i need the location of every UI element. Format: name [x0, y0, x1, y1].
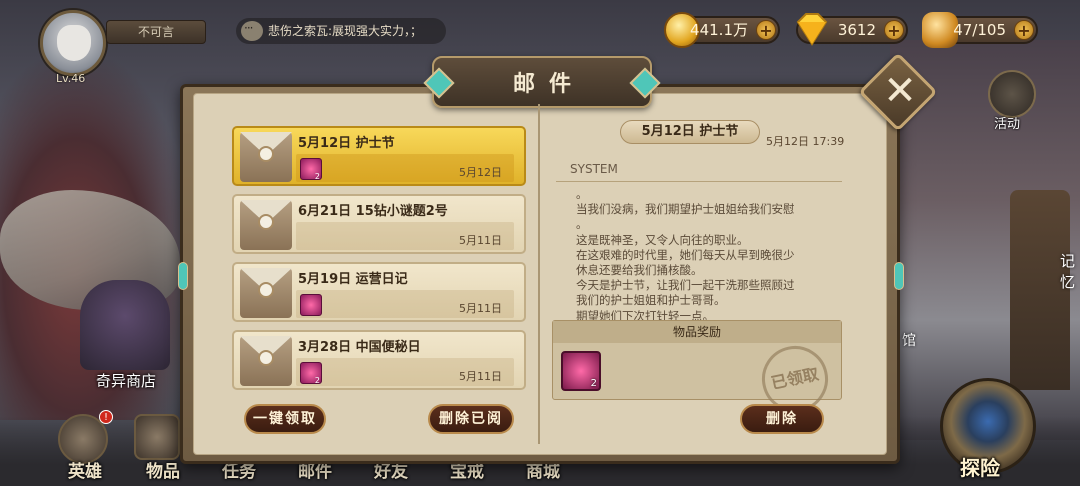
envelope-icon	[240, 336, 292, 386]
gem-resource: 3612 +	[796, 13, 908, 46]
gold-resource: 441.1万 +	[664, 12, 780, 48]
gold-amount: 441.1万	[690, 21, 748, 39]
close-icon[interactable]: ✕	[880, 64, 920, 118]
envelope-seal-icon	[258, 350, 274, 366]
gift-chest-icon: 2	[300, 158, 322, 181]
add-gold-button[interactable]: +	[756, 20, 776, 40]
mail-item-date: 5月11日	[459, 370, 502, 383]
gift-count: 2	[314, 376, 320, 385]
mail-body-line: 这是既神圣，又令人向往的职业。	[576, 232, 749, 247]
nav-items[interactable]: 物品	[146, 457, 180, 482]
add-gem-button[interactable]: +	[884, 20, 904, 40]
envelope-icon	[240, 268, 292, 318]
detail-separator	[556, 181, 842, 182]
mail-item-date: 5月11日	[459, 234, 502, 247]
chat-bubble-icon	[241, 21, 263, 41]
delete-read-button[interactable]: 删除已阅	[428, 404, 514, 434]
mail-item-title: 5月19日 运营日记	[298, 272, 408, 287]
envelope-seal-icon	[258, 282, 274, 298]
mail-title-plate: 邮件	[432, 56, 652, 108]
hall-label[interactable]: 馆	[902, 330, 916, 350]
items-nav-icon[interactable]	[134, 414, 180, 460]
envelope-seal-icon	[258, 146, 274, 162]
mail-item-date: 5月12日	[459, 166, 502, 179]
mail-list-item[interactable]: 6月21日 15钻小谜题2号 5月11日	[232, 194, 526, 254]
mail-list-item[interactable]: 5月12日 护士节 2 5月12日	[232, 126, 526, 186]
diamond-icon	[792, 12, 828, 48]
mail-body-line: 休息还要给我们捅核酸。	[576, 263, 703, 278]
mail-body-line: 当我们没病，我们期望护士姐姐给我们安慰	[576, 202, 795, 217]
gift-chest-icon	[300, 294, 322, 316]
mail-body-line: 在这艰难的时代里，她们每天从早到晚很少	[576, 247, 795, 262]
player-avatar[interactable]	[40, 10, 106, 76]
mail-body-line: 。	[576, 187, 588, 201]
gem-amount: 3612	[837, 21, 876, 39]
mail-list-item[interactable]: 3月28日 中国便秘日 2 5月11日	[232, 330, 526, 390]
strange-shop-building[interactable]	[80, 280, 170, 370]
left-gem-ornament	[178, 262, 188, 290]
chat-bar[interactable]: 悲伤之索瓦:展现强大实力，；	[236, 18, 446, 44]
claim-all-button[interactable]: 一键领取	[244, 404, 326, 434]
avatar-face	[57, 25, 91, 61]
mail-detail-title: 5月12日 护士节	[620, 120, 760, 144]
player-name-box[interactable]: 不可言	[106, 20, 206, 44]
mail-item-title: 6月21日 15钻小谜题2号	[298, 204, 448, 219]
add-stamina-button[interactable]: +	[1014, 20, 1034, 40]
stamina-amount: 47/105	[953, 21, 1006, 39]
delete-mail-button[interactable]: 删除	[740, 404, 824, 434]
envelope-icon	[240, 132, 292, 182]
reward-chest-icon[interactable]: 2	[561, 351, 601, 391]
reward-header: 物品奖励	[553, 321, 841, 343]
memory-hall-label[interactable]: 记忆	[1060, 250, 1080, 292]
mail-title: 邮件	[512, 72, 585, 97]
mail-sender: SYSTEM	[570, 162, 618, 176]
nav-heroes[interactable]: 英雄	[68, 457, 102, 482]
strange-shop-label[interactable]: 奇异商店	[96, 370, 156, 391]
mail-body-line: 。	[576, 217, 588, 232]
mail-body-line: 我们的护士姐姐和护士哥哥。	[576, 293, 726, 308]
column-divider	[538, 104, 540, 444]
mail-item-title: 5月12日 护士节	[298, 136, 395, 151]
mail-item-title: 3月28日 中国便秘日	[298, 340, 421, 355]
stamina-resource: 47/105 +	[922, 12, 1038, 48]
explore-label[interactable]: 探险	[960, 452, 1000, 481]
gift-chest-icon: 2	[300, 362, 322, 385]
envelope-icon	[240, 200, 292, 250]
gift-count: 2	[314, 172, 320, 181]
mail-body-line: 今天是护士节，让我们一起干洗那些照顾过	[576, 278, 795, 293]
mail-body: 。 当我们没病，我们期望护士姐姐给我们安慰 。 这是既神圣，又令人向往的职业。 …	[576, 187, 846, 324]
mail-detail-time: 5月12日 17:39	[766, 135, 845, 148]
envelope-seal-icon	[258, 214, 274, 230]
mail-item-date: 5月11日	[459, 302, 502, 315]
hero-alert-badge: !	[99, 410, 113, 424]
player-level: Lv.46	[56, 72, 86, 85]
activity-icon[interactable]	[988, 70, 1036, 118]
mail-list-item[interactable]: 5月19日 运营日记 5月11日	[232, 262, 526, 322]
activity-label: 活动	[994, 117, 1021, 132]
right-gem-ornament	[894, 262, 904, 290]
reward-count: 2	[590, 378, 597, 389]
